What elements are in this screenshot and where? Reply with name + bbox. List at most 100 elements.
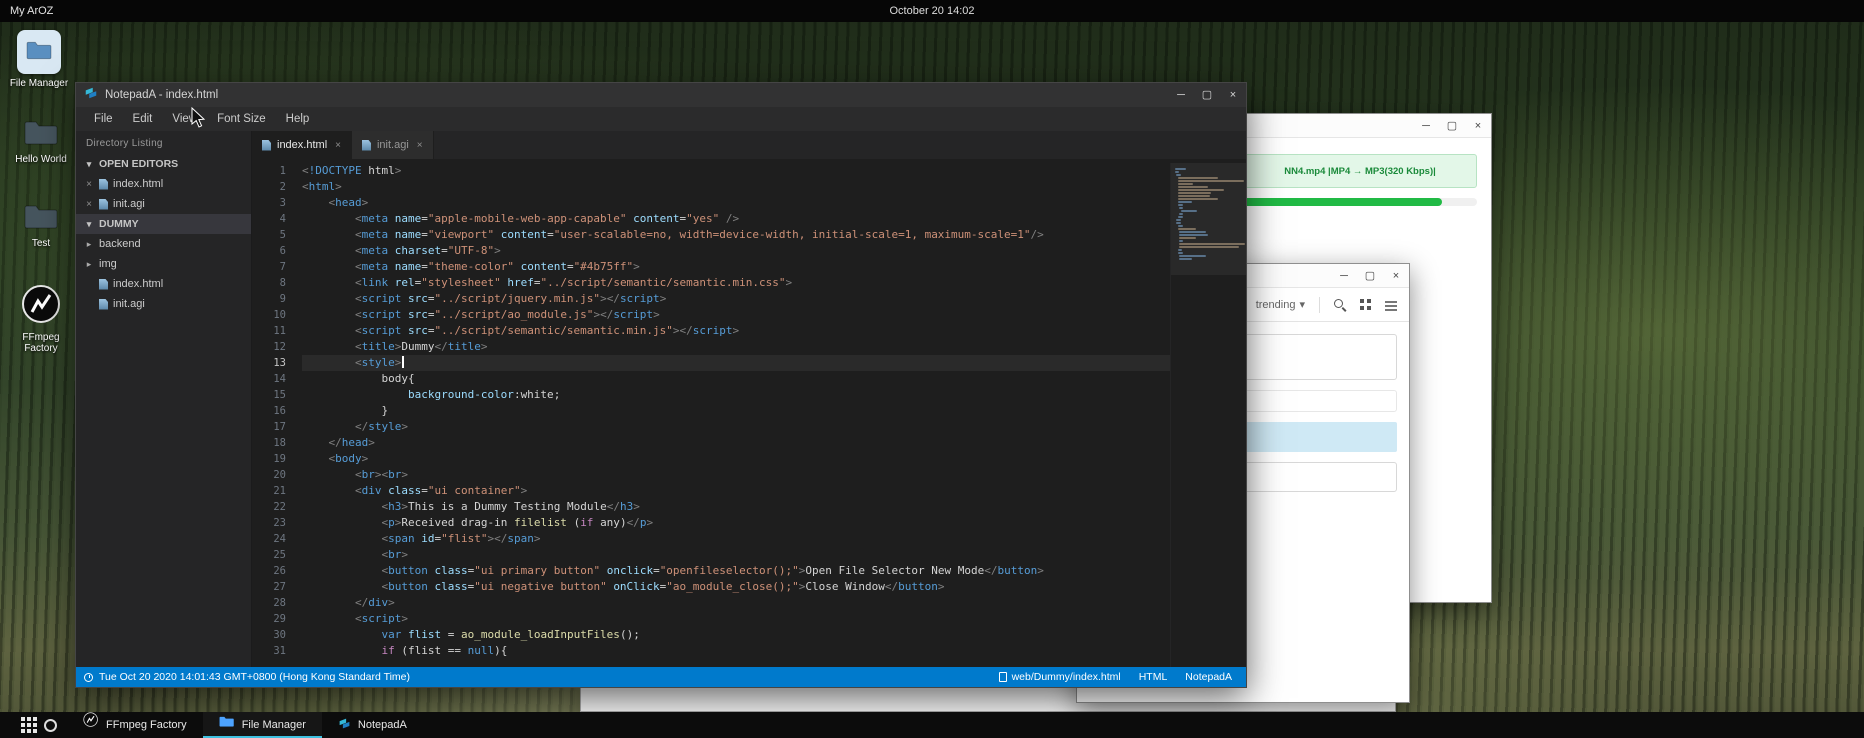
minimap-line <box>1176 174 1180 176</box>
section-label: OPEN EDITORS <box>99 158 178 170</box>
minimize-icon[interactable]: ─ <box>1331 264 1357 288</box>
list-view-icon[interactable] <box>1385 300 1397 310</box>
maximize-icon[interactable]: ▢ <box>1194 83 1220 107</box>
taskbar-item-file-manager[interactable]: File Manager <box>203 712 322 738</box>
code-line: <link rel="stylesheet" href="../script/s… <box>302 275 1170 291</box>
close-file-icon[interactable]: × <box>84 179 94 190</box>
status-filepath-item[interactable]: web/Dummy/index.html <box>999 671 1121 683</box>
start-menu-button[interactable] <box>0 712 34 738</box>
item-label: init.agi <box>113 298 145 310</box>
sidebar-section-open-editors[interactable]: ▾OPEN EDITORS <box>76 154 251 174</box>
sidebar-section-dummy[interactable]: ▾DUMMY <box>76 214 251 234</box>
line-number: 14 <box>252 371 286 387</box>
line-number: 15 <box>252 387 286 403</box>
grid-view-icon[interactable] <box>1360 299 1371 310</box>
sort-dropdown[interactable]: trending ▾ <box>1256 298 1305 311</box>
desktop-icon-label: File Manager <box>10 78 68 90</box>
tab-bar: index.html× init.agi × <box>252 131 1246 159</box>
line-number: 21 <box>252 483 286 499</box>
close-icon[interactable]: × <box>1383 264 1409 288</box>
menu-help[interactable]: Help <box>276 107 320 131</box>
line-number: 7 <box>252 259 286 275</box>
line-number: 22 <box>252 499 286 515</box>
desktop-icon-label: Test <box>32 238 50 250</box>
item-label: backend <box>99 238 141 250</box>
ffmpeg-icon <box>21 284 61 328</box>
line-number: 10 <box>252 307 286 323</box>
toolbar-divider <box>1319 297 1320 313</box>
code-line: <div class="ui container"> <box>302 483 1170 499</box>
maximize-icon[interactable]: ▢ <box>1357 264 1383 288</box>
line-number: 11 <box>252 323 286 339</box>
minimap-line <box>1178 204 1183 206</box>
minimap[interactable] <box>1170 163 1246 667</box>
sidebar: Directory Listing ▾OPEN EDITORS×index.ht… <box>76 131 252 667</box>
line-number: 18 <box>252 435 286 451</box>
folder-icon <box>24 120 58 150</box>
minimap-line <box>1178 189 1224 191</box>
close-tab-icon[interactable]: × <box>335 140 341 151</box>
desktop-icon-ffmpeg-factory[interactable]: FFmpeg Factory <box>10 284 72 355</box>
minimize-icon[interactable]: ─ <box>1168 83 1194 107</box>
minimap-line <box>1179 240 1183 242</box>
taskbar-item-notepada[interactable]: NotepadA <box>322 712 423 738</box>
menu-font-size[interactable]: Font Size <box>207 107 276 131</box>
host-menu[interactable]: My ArOZ <box>10 5 53 17</box>
notepada-titlebar[interactable]: NotepadA - index.html ─ ▢ × <box>76 83 1246 107</box>
status-appname: NotepadA <box>1185 671 1232 683</box>
minimap-line <box>1179 213 1183 215</box>
code-line: <br> <box>302 547 1170 563</box>
ffmpeg-window-titlebar[interactable]: ─ ▢ × <box>1229 114 1491 138</box>
line-number: 19 <box>252 451 286 467</box>
code-line: <meta name="apple-mobile-web-app-capable… <box>302 211 1170 227</box>
desktop-icon-hello-world[interactable]: Hello World <box>10 120 72 165</box>
code-line: } <box>302 403 1170 419</box>
tab-index-html[interactable]: index.html× <box>252 131 352 159</box>
file-icon <box>362 140 371 151</box>
status-language[interactable]: HTML <box>1139 671 1168 683</box>
desktop-icon-file-manager[interactable]: File Manager <box>8 30 70 90</box>
search-icon[interactable] <box>1334 299 1346 311</box>
folder-icon <box>24 204 58 234</box>
notepada-logo-icon <box>84 86 98 105</box>
tab-init-agi[interactable]: init.agi × <box>352 131 434 159</box>
close-icon[interactable]: × <box>1220 83 1246 107</box>
code-editor[interactable]: 1234567891011121314151617181920212223242… <box>252 159 1246 667</box>
minimap-line <box>1179 255 1206 257</box>
menu-view[interactable]: View <box>162 107 207 131</box>
close-icon[interactable]: × <box>1465 114 1491 138</box>
minimap-line <box>1178 198 1219 200</box>
minimap-line <box>1178 201 1192 203</box>
notepada-window[interactable]: NotepadA - index.html ─ ▢ × FileEditView… <box>75 82 1247 688</box>
file-icon <box>99 199 108 210</box>
minimap-line <box>1178 195 1210 197</box>
menu-file[interactable]: File <box>84 107 123 131</box>
taskbar-item-ffmpeg-factory[interactable]: FFmpeg Factory <box>67 712 203 738</box>
sidebar-item-init-agi[interactable]: init.agi <box>76 294 251 314</box>
file-icon <box>999 672 1007 682</box>
taskbar: FFmpeg FactoryFile ManagerNotepadA <box>0 712 1864 738</box>
maximize-icon[interactable]: ▢ <box>1439 114 1465 138</box>
code-area[interactable]: <!DOCTYPE html><html> <head> <meta name=… <box>302 163 1170 667</box>
sidebar-item-img[interactable]: ▸img <box>76 254 251 274</box>
line-number: 30 <box>252 627 286 643</box>
ffmpeg-icon <box>83 707 99 738</box>
file-manager-icon <box>17 30 61 74</box>
code-line: body{ <box>302 371 1170 387</box>
tab-label: init.agi <box>377 139 409 151</box>
minimap-line <box>1175 171 1179 173</box>
desktop-icon-test[interactable]: Test <box>10 204 72 249</box>
menu-edit[interactable]: Edit <box>123 107 163 131</box>
minimap-line <box>1175 168 1186 170</box>
minimize-icon[interactable]: ─ <box>1413 114 1439 138</box>
sidebar-item-backend[interactable]: ▸backend <box>76 234 251 254</box>
close-file-icon[interactable]: × <box>84 199 94 210</box>
sidebar-item-init-agi[interactable]: ×init.agi <box>76 194 251 214</box>
desktop-icon-label: FFmpeg Factory <box>10 332 72 355</box>
sidebar-item-index-html[interactable]: index.html <box>76 274 251 294</box>
close-tab-icon[interactable]: × <box>417 140 423 151</box>
line-number: 26 <box>252 563 286 579</box>
quick-launch-icon[interactable] <box>44 719 57 732</box>
line-number: 8 <box>252 275 286 291</box>
sidebar-item-index-html[interactable]: ×index.html <box>76 174 251 194</box>
